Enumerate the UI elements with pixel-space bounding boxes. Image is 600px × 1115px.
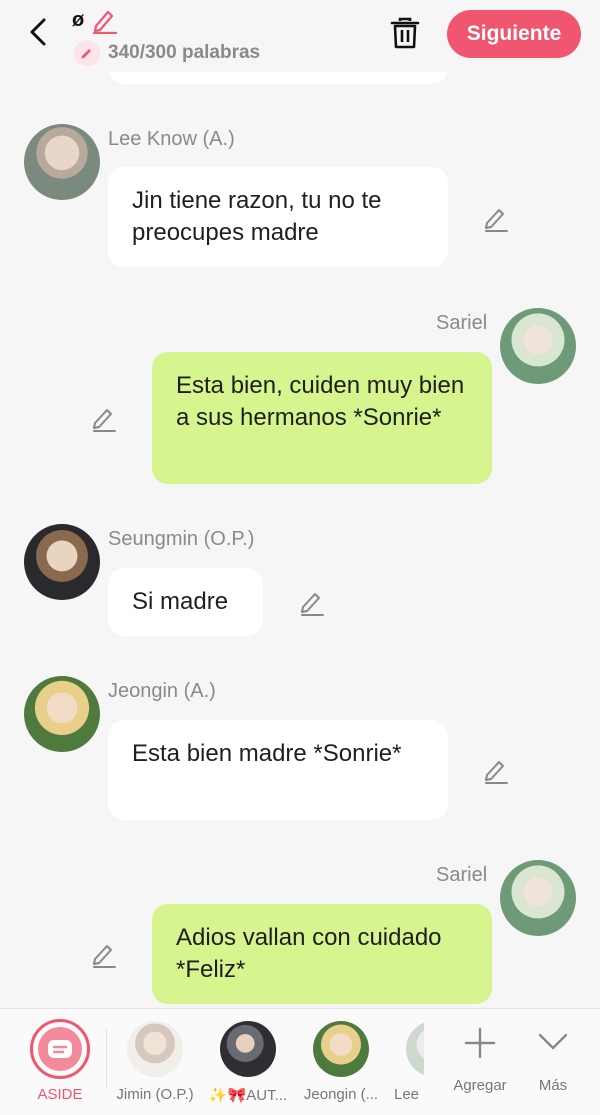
avatar-jeongin[interactable] <box>24 676 100 752</box>
avatar <box>220 1021 276 1077</box>
pencil-icon[interactable] <box>90 940 118 968</box>
avatar <box>406 1021 424 1077</box>
add-character-button[interactable]: Agregar <box>444 1009 516 1115</box>
avatar-seungmin[interactable] <box>24 524 100 600</box>
message-bubble[interactable]: Si madre <box>108 568 263 636</box>
pencil-icon[interactable] <box>482 204 510 232</box>
pencil-icon[interactable] <box>90 404 118 432</box>
character-bar: ASIDE Jimin (O.P.) ✨🎀AUT... Jeongin (...… <box>0 1008 600 1115</box>
pencil-icon[interactable] <box>298 588 326 616</box>
character-aut[interactable]: ✨🎀AUT... <box>204 1009 292 1115</box>
avatar <box>127 1021 183 1077</box>
character-label: Jeongin (... <box>303 1086 379 1103</box>
character-jimin[interactable]: Jimin (O.P.) <box>112 1009 198 1115</box>
delete-button[interactable] <box>386 14 424 52</box>
page-title: ø <box>72 8 85 31</box>
top-bar: ø 340/300 palabras Siguiente <box>0 0 600 72</box>
avatar <box>313 1021 369 1077</box>
trash-icon <box>390 17 420 49</box>
next-button[interactable]: Siguiente <box>447 10 581 58</box>
character-label: Jimin (O.P.) <box>116 1086 194 1103</box>
divider <box>106 1029 107 1089</box>
aside-button[interactable]: ASIDE <box>20 1009 100 1115</box>
character-label: ✨🎀AUT... <box>208 1087 288 1104</box>
sender-name: Jeongin (A.) <box>108 680 216 702</box>
message-bubble[interactable]: Esta bien, cuiden muy bien a sus hermano… <box>152 352 492 484</box>
more-button[interactable]: Más <box>522 1009 584 1115</box>
sender-name: Sariel <box>436 312 488 334</box>
avatar-sariel[interactable] <box>500 308 576 384</box>
pencil-badge-icon <box>74 40 100 66</box>
plus-icon <box>464 1027 496 1059</box>
aside-label: ASIDE <box>37 1086 83 1103</box>
character-jeongin[interactable]: Jeongin (... <box>298 1009 384 1115</box>
avatar-lee-know[interactable] <box>24 124 100 200</box>
more-label: Más <box>538 1077 568 1094</box>
message-bubble[interactable]: Jin tiene razon, tu no te preocupes madr… <box>108 167 448 267</box>
sender-name: Seungmin (O.P.) <box>108 528 255 550</box>
story-title[interactable]: ø <box>72 6 118 34</box>
add-label: Agregar <box>453 1077 507 1094</box>
character-label: Lee <box>394 1086 420 1103</box>
chevron-left-icon <box>30 18 46 46</box>
word-count-text: 340/300 palabras <box>108 42 261 63</box>
sender-name: Lee Know (A.) <box>108 128 235 150</box>
chevron-down-icon <box>538 1033 568 1050</box>
word-count: 340/300 palabras <box>74 40 260 66</box>
message-bubble[interactable]: Esta bien madre *Sonrie* <box>108 720 448 820</box>
back-button[interactable] <box>22 14 54 50</box>
pencil-icon[interactable] <box>90 6 118 34</box>
message-bubble[interactable]: Adios vallan con cuidado *Feliz* <box>152 904 492 1004</box>
character-lee[interactable]: Lee <box>390 1009 424 1115</box>
sender-name: Sariel <box>436 864 488 886</box>
pencil-icon[interactable] <box>482 756 510 784</box>
aside-icon <box>30 1019 90 1079</box>
avatar-sariel[interactable] <box>500 860 576 936</box>
